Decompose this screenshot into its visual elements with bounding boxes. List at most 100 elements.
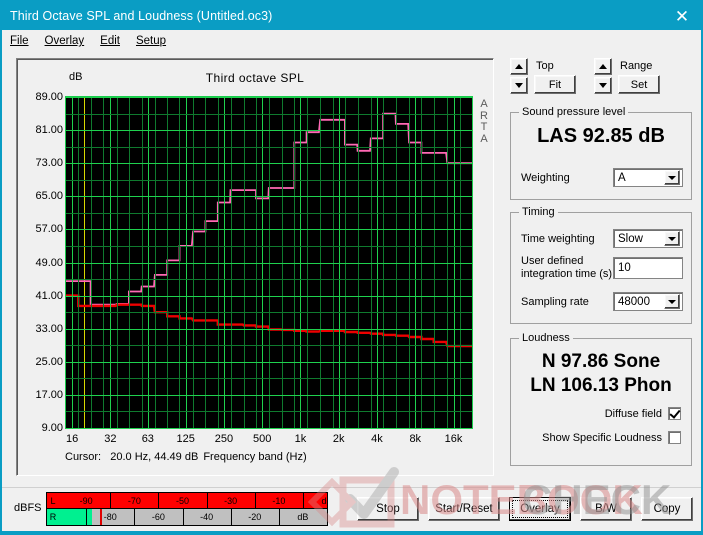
fit-button[interactable]: Fit bbox=[534, 75, 576, 94]
y-axis-tick-label: 49.00 bbox=[35, 257, 63, 269]
chevron-down-icon[interactable] bbox=[664, 231, 680, 246]
copy-button[interactable]: Copy bbox=[641, 497, 693, 521]
weighting-value: A bbox=[614, 172, 664, 184]
top-increase-button[interactable] bbox=[510, 58, 528, 75]
specific-loudness-checkbox[interactable] bbox=[668, 431, 681, 444]
loudness-sone-value: N 97.86 Sone bbox=[511, 351, 691, 373]
main-content: Third octave SPL dB 89.0081.0073.0065.00… bbox=[2, 52, 701, 487]
range-increase-button[interactable] bbox=[594, 58, 612, 75]
grid-line-horizontal bbox=[66, 114, 472, 115]
dbfs-label: dBFS bbox=[14, 502, 42, 514]
arrow-up-icon bbox=[599, 64, 607, 69]
level-meter-left: L -90-70-50-30-10dB bbox=[47, 493, 327, 509]
menu-item-overlay[interactable]: Overlay bbox=[45, 35, 85, 47]
bw-button[interactable]: B/W bbox=[580, 497, 632, 521]
grid-line-horizontal-major bbox=[66, 329, 472, 330]
y-axis-tick-label: 89.00 bbox=[35, 91, 63, 103]
level-meters: L -90-70-50-30-10dB R -80-60-40-20dB bbox=[46, 492, 328, 526]
grid-line-horizontal-major bbox=[66, 362, 472, 363]
top-decrease-button[interactable] bbox=[510, 77, 528, 94]
x-axis-tick-label: 16 bbox=[66, 433, 78, 445]
start-reset-button[interactable]: Start/Reset bbox=[428, 497, 500, 521]
top-scale-group: Top Fit bbox=[510, 58, 576, 94]
menu-item-overlay-label: Overlay bbox=[45, 35, 85, 47]
x-axis-tick-label: 8k bbox=[409, 433, 421, 445]
top-label: Top bbox=[534, 60, 576, 72]
meter-scale-label: dB bbox=[297, 509, 308, 525]
meter-scale-tick bbox=[158, 493, 159, 508]
grid-line-horizontal-major bbox=[66, 263, 472, 264]
menu-item-setup[interactable]: Setup bbox=[136, 35, 166, 47]
menu-item-file[interactable]: File bbox=[10, 35, 29, 47]
meter-scale-label: -40 bbox=[200, 509, 213, 525]
grid-line-horizontal bbox=[66, 378, 472, 379]
grid-line-horizontal-major bbox=[66, 395, 472, 396]
meter-scale-tick bbox=[134, 509, 135, 525]
close-icon[interactable]: ✕ bbox=[667, 3, 697, 29]
x-axis-tick-label: 125 bbox=[176, 433, 194, 445]
set-button[interactable]: Set bbox=[618, 75, 660, 94]
integration-time-label-line2: integration time (s) bbox=[521, 268, 612, 280]
menu-item-file-label: File bbox=[10, 35, 29, 47]
menu-item-edit[interactable]: Edit bbox=[100, 35, 120, 47]
chevron-down-icon[interactable] bbox=[664, 294, 680, 309]
y-axis-tick-label: 65.00 bbox=[35, 190, 63, 202]
transport-buttons: Stop Start/Reset Overlay B/W Copy bbox=[357, 497, 693, 521]
meter-scale-tick bbox=[303, 493, 304, 508]
sampling-rate-select[interactable]: 48000 bbox=[613, 292, 683, 311]
meter-scale-tick bbox=[207, 493, 208, 508]
level-meter-right: R -80-60-40-20dB bbox=[47, 509, 327, 525]
sound-pressure-level-group: Sound pressure level LAS 92.85 dB Weight… bbox=[510, 112, 692, 200]
range-decrease-button[interactable] bbox=[594, 77, 612, 94]
time-weighting-select[interactable]: Slow bbox=[613, 229, 683, 248]
chart-pane: Third octave SPL dB 89.0081.0073.0065.00… bbox=[2, 52, 502, 487]
y-axis-tick-label: 73.00 bbox=[35, 157, 63, 169]
integration-time-input[interactable]: 10 bbox=[613, 257, 683, 279]
plot-area[interactable] bbox=[65, 96, 473, 429]
level-meter-right-channel-label: R bbox=[47, 509, 59, 525]
application-window: Third Octave SPL and Loudness (Untitled.… bbox=[0, 0, 703, 533]
stop-button[interactable]: Stop bbox=[357, 497, 419, 521]
top-spinner bbox=[510, 58, 528, 94]
x-axis-tick-label: 2k bbox=[333, 433, 345, 445]
caret-glyph bbox=[668, 300, 676, 304]
chevron-down-icon[interactable] bbox=[664, 170, 680, 185]
x-axis-tick-label: 4k bbox=[371, 433, 383, 445]
grid-line-horizontal-major bbox=[66, 229, 472, 230]
weighting-select[interactable]: A bbox=[613, 168, 683, 187]
arta-watermark: ARTA bbox=[477, 99, 491, 145]
grid-line-horizontal-major bbox=[66, 163, 472, 164]
loudness-phon-value: LN 106.13 Phon bbox=[511, 375, 691, 397]
integration-time-value: 10 bbox=[614, 262, 631, 274]
diffuse-field-row[interactable]: Diffuse field bbox=[605, 407, 681, 420]
grid-line-horizontal bbox=[66, 147, 472, 148]
grid-line-horizontal-major bbox=[66, 296, 472, 297]
y-axis-tick-label: 17.00 bbox=[35, 389, 63, 401]
x-axis-tick-label: 32 bbox=[104, 433, 116, 445]
loudness-group: Loudness N 97.86 Sone LN 106.13 Phon Dif… bbox=[510, 338, 692, 466]
meter-scale-tick bbox=[110, 493, 111, 508]
y-axis-unit: dB bbox=[69, 71, 82, 83]
specific-loudness-row[interactable]: Show Specific Loudness bbox=[542, 431, 681, 444]
grid-line-horizontal-major bbox=[66, 428, 472, 429]
y-axis-tick-label: 25.00 bbox=[35, 356, 63, 368]
diffuse-field-checkbox[interactable] bbox=[668, 407, 681, 420]
top-label-and-fit: Top Fit bbox=[534, 58, 576, 94]
grid-line-horizontal-major bbox=[66, 130, 472, 131]
meter-scale-label: -10 bbox=[272, 493, 285, 508]
range-label-and-set: Range Set bbox=[618, 58, 660, 94]
timing-legend: Timing bbox=[519, 206, 558, 218]
meter-scale-label: -80 bbox=[104, 509, 117, 525]
y-axis-tick-label: 41.00 bbox=[35, 290, 63, 302]
y-axis-tick-label: 9.00 bbox=[42, 422, 63, 434]
overlay-button[interactable]: Overlay bbox=[509, 497, 571, 521]
grid-line-horizontal bbox=[66, 411, 472, 412]
controls-pane: Top Fit Range Set Sound pr bbox=[502, 52, 701, 487]
specific-loudness-label: Show Specific Loudness bbox=[542, 432, 662, 444]
grid-line-horizontal bbox=[66, 213, 472, 214]
integration-time-label-line1: User defined bbox=[521, 255, 583, 267]
meter-scale-label: -30 bbox=[224, 493, 237, 508]
chart-frame: Third octave SPL dB 89.0081.0073.0065.00… bbox=[16, 58, 494, 476]
grid-line-horizontal-major bbox=[66, 97, 472, 98]
title-bar: Third Octave SPL and Loudness (Untitled.… bbox=[2, 2, 701, 30]
